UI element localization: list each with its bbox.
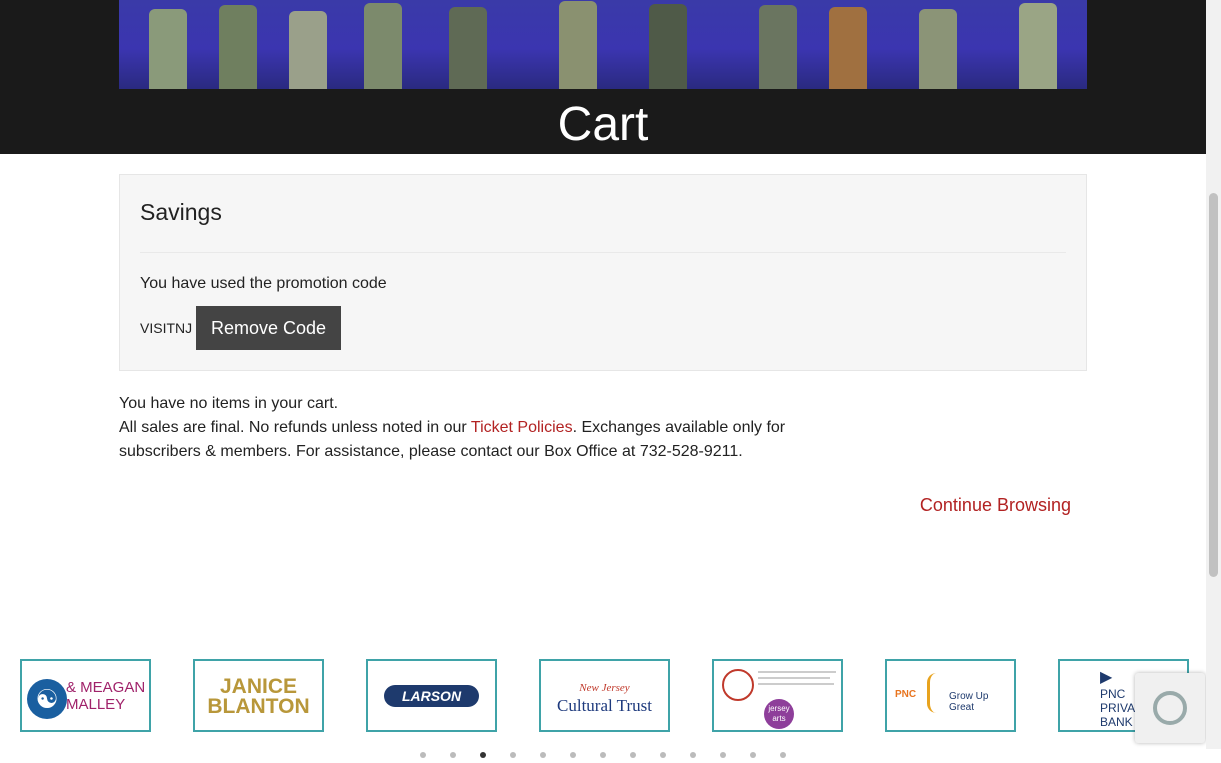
- scrollbar[interactable]: [1206, 0, 1221, 749]
- sponsor-logo-pnc-grow-up-great[interactable]: PNC Grow Up Great: [885, 659, 1016, 732]
- sponsor-line: MALLEY: [66, 696, 126, 713]
- sponsor-line: Grow Up Great: [949, 691, 989, 713]
- sponsor-line: JANICE: [219, 675, 298, 698]
- pnc-logo-icon: ▶: [1100, 669, 1113, 686]
- sponsor-line: PNC: [1100, 687, 1126, 701]
- sponsor-logo-jersey-arts[interactable]: jersey arts: [712, 659, 843, 732]
- sponsor-line: Cultural Trust: [557, 696, 652, 715]
- sponsor-line: arts: [772, 714, 786, 723]
- remove-code-button[interactable]: Remove Code: [196, 306, 341, 350]
- jersey-arts-badge: jersey arts: [764, 699, 794, 729]
- hero-photo: [119, 0, 1087, 89]
- carousel-dots[interactable]: [420, 745, 810, 763]
- recaptcha-icon: [1153, 691, 1187, 725]
- accessibility-icon[interactable]: ☯: [27, 679, 67, 719]
- cart-message: You have no items in your cart. All sale…: [119, 392, 819, 464]
- figure-icon: [927, 673, 946, 713]
- sponsor-line: PRIVA BANK: [1100, 701, 1135, 729]
- sponsor-line: BLANTON: [207, 695, 310, 718]
- scrollbar-thumb[interactable]: [1209, 193, 1218, 577]
- divider: [140, 252, 1066, 253]
- recaptcha-badge[interactable]: [1135, 673, 1205, 743]
- promo-code-value: VISITNJ: [140, 320, 193, 336]
- page-title: Cart: [557, 98, 649, 151]
- policy-text-pre: All sales are final. No refunds unless n…: [119, 419, 471, 436]
- hero-banner: Cart: [0, 0, 1206, 154]
- sponsor-line: jersey: [768, 704, 790, 713]
- continue-browsing-link[interactable]: Continue Browsing: [920, 495, 1071, 516]
- sponsor-line: PNC: [895, 689, 917, 700]
- sponsor-logo-larson[interactable]: LARSON: [366, 659, 497, 732]
- seal-icon: [722, 669, 754, 701]
- sponsor-logo-cultural-trust[interactable]: New Jersey Cultural Trust: [539, 659, 670, 732]
- promo-message: You have used the promotion code: [140, 275, 387, 292]
- policy-text: All sales are final. No refunds unless n…: [119, 416, 819, 464]
- sponsor-line: New Jersey: [579, 682, 630, 694]
- savings-heading: Savings: [140, 199, 222, 225]
- ticket-policies-link[interactable]: Ticket Policies: [471, 419, 573, 436]
- empty-cart-text: You have no items in your cart.: [119, 395, 339, 412]
- sponsor-line: LARSON: [401, 688, 462, 704]
- sponsor-logo-blanton[interactable]: JANICE BLANTON: [193, 659, 324, 732]
- savings-panel: Savings You have used the promotion code…: [119, 174, 1087, 371]
- sponsor-line: & MEAGAN: [66, 679, 146, 696]
